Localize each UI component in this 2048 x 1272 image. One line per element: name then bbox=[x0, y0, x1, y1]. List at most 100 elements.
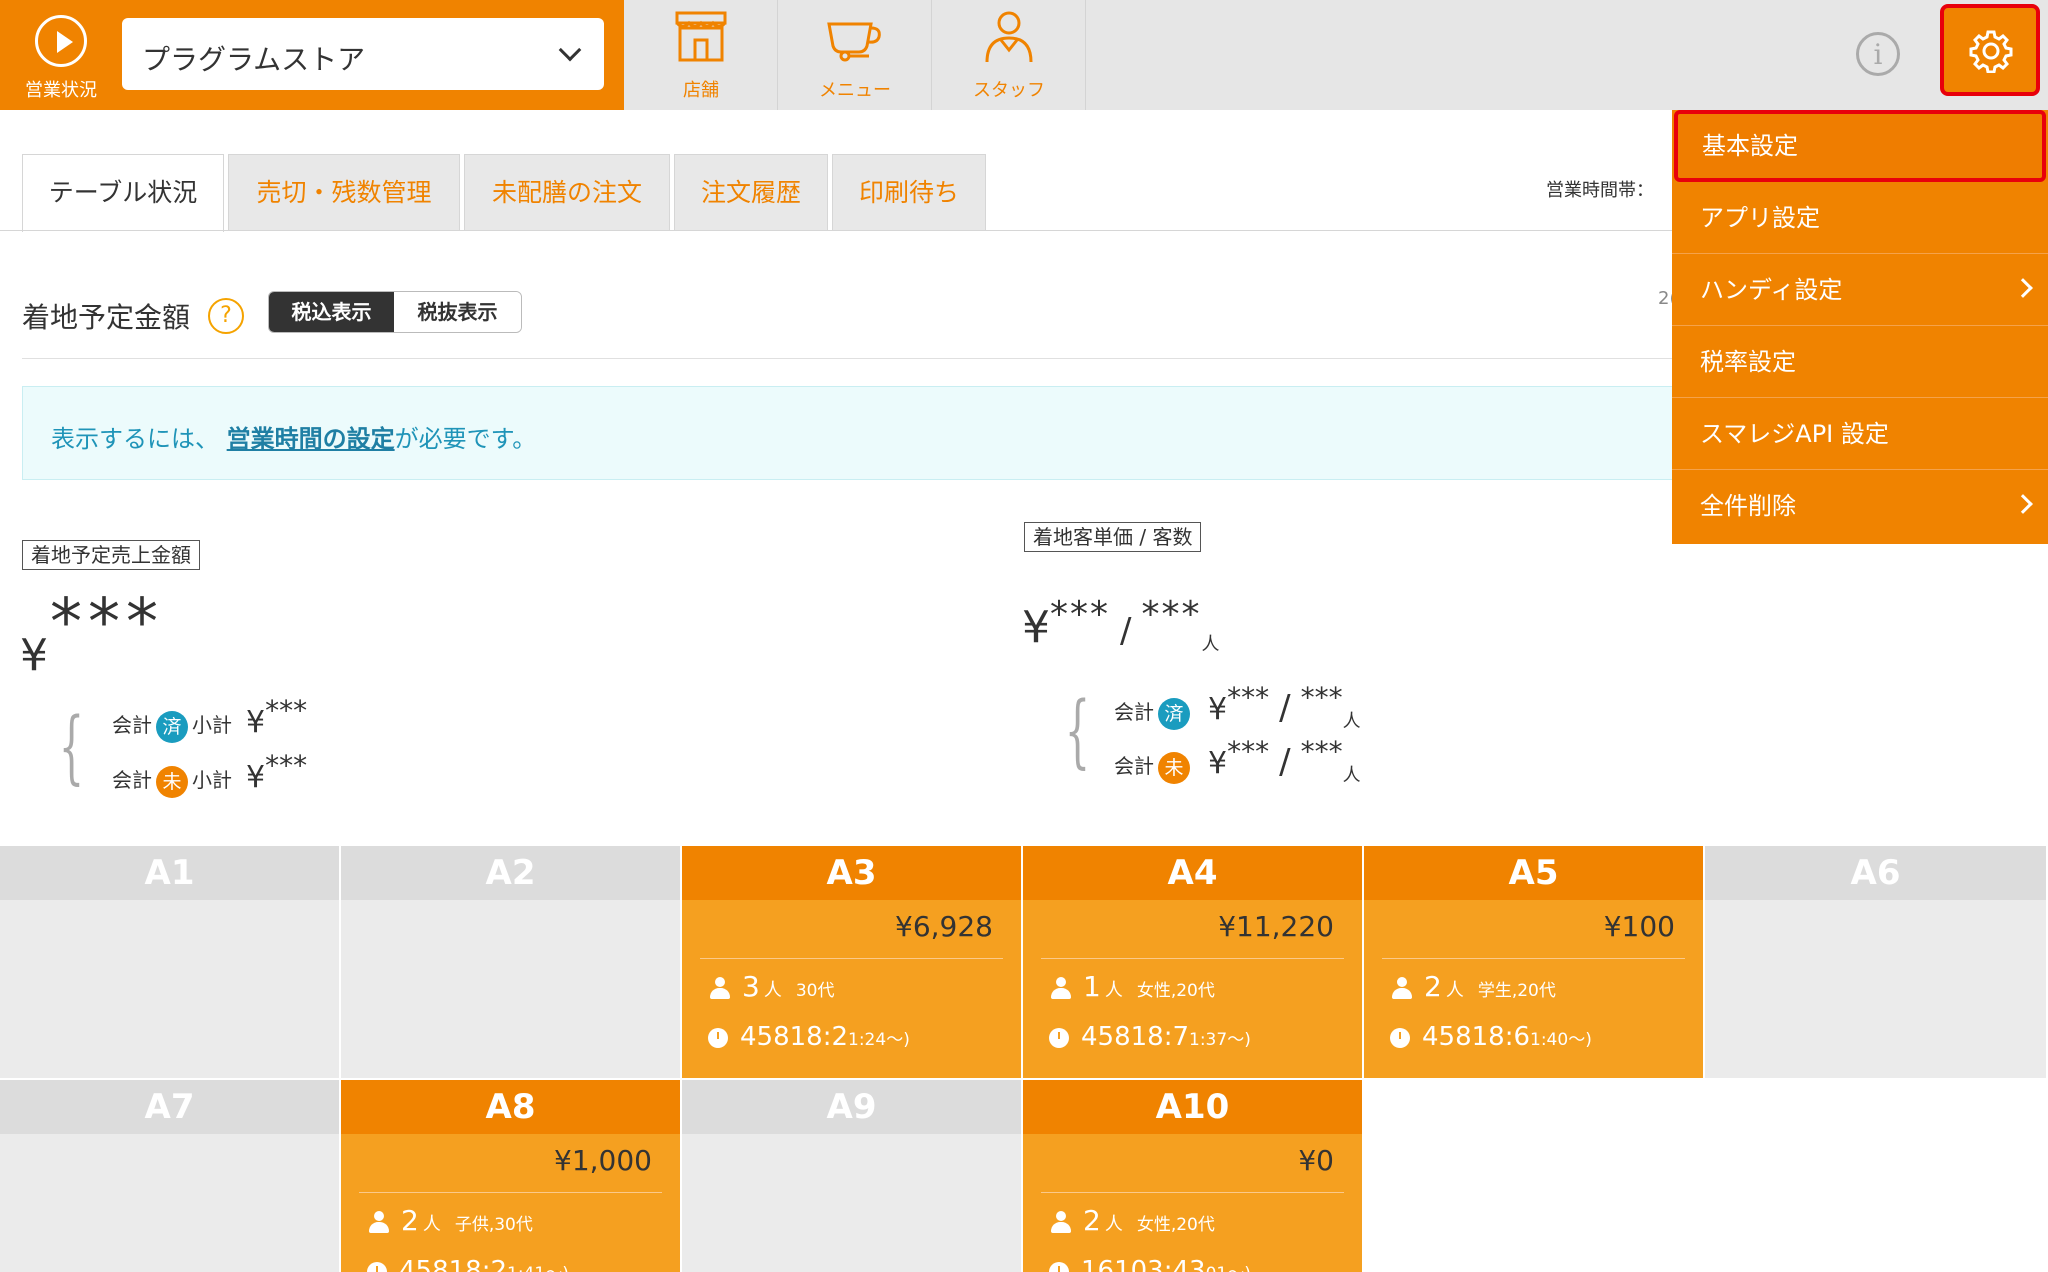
paid-label: 会計 bbox=[1114, 700, 1154, 724]
store-icon bbox=[675, 11, 727, 62]
business-status-label: 営業状況 bbox=[25, 80, 97, 101]
table-cell[interactable]: A5 ¥100 2 人学生,20代 45818:61:40〜) bbox=[1364, 846, 1705, 1080]
tab-order-history[interactable]: 注文履歴 bbox=[674, 154, 828, 230]
info-icon[interactable]: i bbox=[1856, 32, 1900, 76]
table-cell[interactable]: A2 bbox=[341, 846, 682, 1080]
table-cell[interactable]: A8 ¥1,000 2人子供,30代 45818:21:41〜) bbox=[341, 1080, 682, 1272]
menu-item-basic-settings[interactable]: 基本設定 bbox=[1674, 110, 2046, 182]
business-hours-settings-link[interactable]: 営業時間の設定 bbox=[227, 425, 395, 453]
nav-store-button[interactable]: 店舗 bbox=[624, 0, 778, 110]
settings-dropdown: 基本設定 アプリ設定 ハンディ設定 税率設定 スマレジAPI 設定 全件削除 bbox=[1672, 110, 2048, 544]
menu-item-tax-settings[interactable]: 税率設定 bbox=[1672, 326, 2048, 398]
person-unit: 人 bbox=[1342, 711, 1361, 732]
menu-item-handy-settings[interactable]: ハンディ設定 bbox=[1672, 254, 2048, 326]
timer-icon bbox=[1049, 1027, 1069, 1048]
timer-icon bbox=[1049, 1261, 1069, 1272]
table-cell[interactable]: A7 bbox=[0, 1080, 341, 1272]
time-main: 45818:6 bbox=[1422, 1022, 1531, 1052]
guest-unit: 人 bbox=[422, 1214, 441, 1235]
table-guests: 1 人女性,20代 bbox=[1049, 970, 1215, 1003]
store-name: プラグラムストア bbox=[142, 43, 366, 76]
tax-excluded-button[interactable]: 税抜表示 bbox=[394, 292, 521, 332]
guest-attributes: 女性,20代 bbox=[1136, 1215, 1215, 1235]
unpaid-badge: 未 bbox=[1158, 751, 1190, 784]
nav-store-label: 店舗 bbox=[683, 80, 719, 101]
table-amount: ¥1,000 bbox=[554, 1144, 652, 1177]
slash: / bbox=[1279, 688, 1291, 728]
paid-subtotal-row: 会計済小計 ¥*** bbox=[112, 694, 307, 743]
time-main: 45818:2 bbox=[399, 1256, 508, 1272]
notice-suffix: が必要です。 bbox=[394, 425, 537, 453]
divider bbox=[1382, 958, 1685, 959]
menu-item-delete-all[interactable]: 全件削除 bbox=[1672, 470, 2048, 542]
gear-icon bbox=[1969, 30, 2013, 73]
tab-soldout-management[interactable]: 売切・残数管理 bbox=[228, 154, 460, 230]
guest-count: 1 bbox=[1083, 970, 1101, 1003]
table-cell[interactable]: A10 ¥0 2人女性,20代 16103:4301〜) bbox=[1023, 1080, 1364, 1272]
paid-badge: 済 bbox=[156, 710, 188, 743]
unpaid-unit-yen: ¥ bbox=[1208, 746, 1228, 781]
menu-item-api-settings[interactable]: スマレジAPI 設定 bbox=[1672, 398, 2048, 470]
table-guests: 2 人学生,20代 bbox=[1390, 970, 1556, 1003]
divider bbox=[1041, 958, 1344, 959]
menu-cup-icon bbox=[827, 22, 881, 62]
timer-icon bbox=[367, 1261, 387, 1272]
table-cell[interactable]: A9 bbox=[682, 1080, 1023, 1272]
subtotal-label: 小計 bbox=[192, 713, 232, 737]
time-main: 45818:7 bbox=[1081, 1022, 1190, 1052]
slash: / bbox=[1279, 742, 1291, 782]
tax-included-button[interactable]: 税込表示 bbox=[269, 292, 394, 332]
paid-unit-row: 会計済 ¥*** / ***人 bbox=[1114, 681, 1361, 732]
unpaid-count-value: *** bbox=[1300, 735, 1343, 768]
table-time: 45818:21:41〜) bbox=[367, 1256, 569, 1272]
guest-count: 2 bbox=[1083, 1204, 1101, 1237]
tab-unserved-orders[interactable]: 未配膳の注文 bbox=[464, 154, 670, 230]
brace-right: { bbox=[1064, 684, 1091, 777]
menu-item-label: 税率設定 bbox=[1700, 348, 1796, 376]
divider bbox=[700, 958, 1003, 959]
paid-badge: 済 bbox=[1158, 697, 1190, 730]
tax-display-toggle: 税込表示 税抜表示 bbox=[268, 291, 522, 333]
table-name: A3 bbox=[682, 846, 1021, 900]
paid-label: 会計 bbox=[112, 713, 152, 737]
menu-item-label: 全件削除 bbox=[1700, 492, 1796, 520]
time-sub: 1:41〜) bbox=[507, 1264, 569, 1272]
menu-item-app-settings[interactable]: アプリ設定 bbox=[1672, 182, 2048, 254]
play-circle-icon bbox=[35, 15, 87, 67]
help-icon[interactable]: ? bbox=[208, 298, 244, 334]
nav-staff-label: スタッフ bbox=[973, 80, 1045, 101]
unpaid-subtotal-row: 会計未小計 ¥*** bbox=[112, 749, 307, 798]
table-amount: ¥0 bbox=[1298, 1144, 1334, 1177]
guest-attributes: 30代 bbox=[795, 981, 835, 1001]
projected-sales-label: 着地予定売上金額 bbox=[22, 540, 200, 570]
table-cell[interactable]: A1 bbox=[0, 846, 341, 1080]
tab-print-queue[interactable]: 印刷待ち bbox=[832, 154, 986, 230]
top-header: 営業状況 プラグラムストア 店舗 メニュー スタッフ i bbox=[0, 0, 2048, 110]
unit-price-label: 着地客単価 / 客数 bbox=[1024, 522, 1202, 552]
business-hours-notice: 表示するには、 営業時間の設定が必要です。 bbox=[22, 386, 1702, 480]
settings-gear-button[interactable] bbox=[1940, 4, 2040, 96]
nav-staff-button[interactable]: スタッフ bbox=[932, 0, 1086, 110]
chevron-right-icon bbox=[2013, 494, 2033, 514]
chevron-down-icon bbox=[558, 38, 582, 62]
table-amount: ¥11,220 bbox=[1218, 910, 1334, 943]
guest-attributes: 子供,30代 bbox=[454, 1215, 533, 1235]
store-select[interactable]: プラグラムストア bbox=[122, 18, 604, 90]
menu-item-label: 基本設定 bbox=[1702, 132, 1798, 160]
slash: / bbox=[1120, 611, 1132, 651]
business-status-button[interactable]: 営業状況 bbox=[0, 0, 122, 110]
table-time: 45818:21:24〜) bbox=[708, 1022, 910, 1052]
table-name: A8 bbox=[341, 1080, 680, 1134]
table-cell[interactable]: A3 ¥6,928 3 人 30代 45818:21:24〜) bbox=[682, 846, 1023, 1080]
table-time: 45818:61:40〜) bbox=[1390, 1022, 1592, 1052]
guest-count: 3 bbox=[742, 970, 760, 1003]
projected-sales-yen: ¥ bbox=[20, 630, 48, 681]
tab-table-status[interactable]: テーブル状況 bbox=[22, 154, 224, 232]
projected-sales-value: *** bbox=[50, 586, 164, 660]
paid-subtotal-yen: ¥ bbox=[246, 705, 266, 740]
table-cell[interactable]: A6 bbox=[1705, 846, 2048, 1080]
nav-menu-button[interactable]: メニュー bbox=[778, 0, 932, 110]
person-icon bbox=[1049, 1210, 1073, 1234]
table-cell[interactable]: A4 ¥11,220 1 人女性,20代 45818:71:37〜) bbox=[1023, 846, 1364, 1080]
unpaid-label: 会計 bbox=[1114, 754, 1154, 778]
